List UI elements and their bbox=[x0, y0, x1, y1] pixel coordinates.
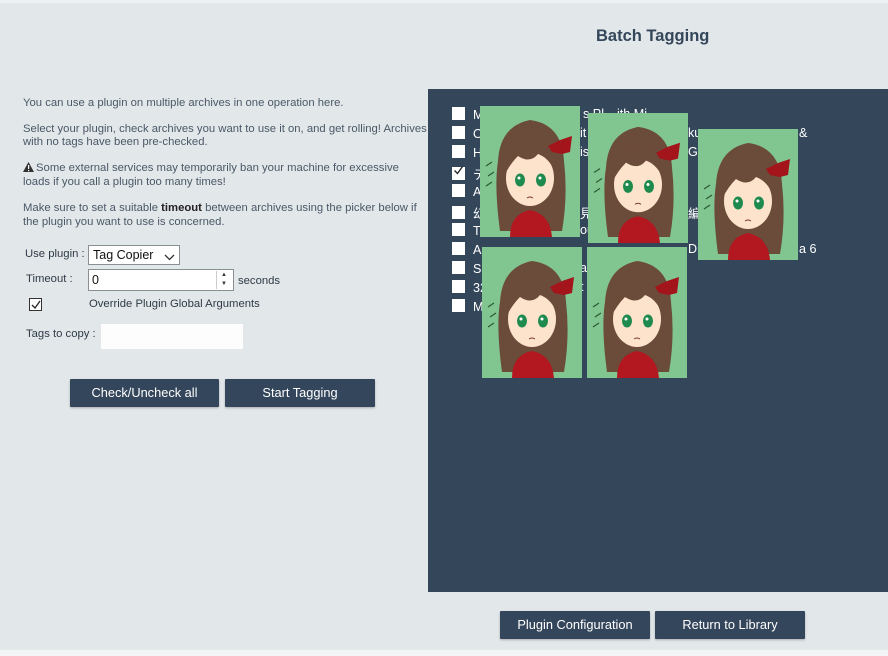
override-checkbox[interactable] bbox=[29, 298, 42, 311]
plugin-configuration-button[interactable]: Plugin Configuration bbox=[500, 611, 650, 639]
warning-icon bbox=[23, 161, 34, 177]
override-label: Override Plugin Global Arguments bbox=[89, 298, 260, 310]
step-up-icon[interactable]: ▲ bbox=[217, 271, 231, 280]
return-to-library-button[interactable]: Return to Library bbox=[655, 611, 805, 639]
archive-thumbnail bbox=[588, 113, 688, 243]
archive-item[interactable]: A bbox=[452, 242, 481, 261]
timeout-note-bold: timeout bbox=[161, 201, 202, 214]
archive-item[interactable]: H bbox=[452, 145, 482, 164]
start-tagging-button[interactable]: Start Tagging bbox=[225, 379, 375, 407]
intro-text: You can use a plugin on multiple archive… bbox=[23, 97, 428, 241]
archive-checkbox[interactable] bbox=[452, 145, 465, 158]
timeout-value: 0 bbox=[92, 273, 99, 287]
intro-line-2: Select your plugin, check archives you w… bbox=[23, 122, 427, 149]
archive-checkbox[interactable] bbox=[452, 126, 465, 139]
warning-message: Some external services may temporarily b… bbox=[23, 161, 399, 189]
archive-thumbnail bbox=[482, 247, 582, 378]
step-down-icon[interactable]: ▼ bbox=[217, 280, 231, 289]
archive-thumbnail bbox=[480, 106, 580, 237]
archive-item[interactable]: T bbox=[452, 223, 481, 242]
archive-checkbox[interactable] bbox=[452, 261, 465, 274]
top-border bbox=[0, 0, 888, 3]
timeout-label: Timeout : bbox=[26, 273, 73, 285]
plugin-label: Use plugin : bbox=[25, 248, 85, 260]
archive-title-fragment: D bbox=[688, 242, 698, 256]
archive-checkbox[interactable] bbox=[452, 299, 465, 312]
archive-checkbox[interactable] bbox=[452, 280, 465, 293]
archive-title-fragment: it bbox=[580, 126, 587, 140]
chevron-down-icon bbox=[164, 250, 175, 264]
archive-item[interactable]: M bbox=[452, 107, 484, 126]
timeout-unit: seconds bbox=[238, 275, 281, 287]
plugin-select-value: Tag Copier bbox=[93, 248, 154, 262]
page-title: Batch Tagging bbox=[596, 27, 710, 45]
archive-checkbox[interactable] bbox=[452, 166, 465, 180]
archive-thumbnail bbox=[698, 129, 798, 260]
archive-checkbox[interactable] bbox=[452, 242, 465, 255]
archive-checkbox[interactable] bbox=[452, 206, 465, 219]
tags-label: Tags to copy : bbox=[26, 328, 96, 340]
timeout-note-pre: Make sure to set a suitable bbox=[23, 201, 162, 214]
archive-item[interactable]: A bbox=[452, 184, 481, 203]
archive-checkbox[interactable] bbox=[452, 223, 465, 236]
timeout-note: Make sure to set a suitable timeout betw… bbox=[23, 202, 428, 229]
check-uncheck-all-button[interactable]: Check/Uncheck all bbox=[70, 379, 219, 407]
archive-item[interactable]: O bbox=[452, 126, 483, 145]
tags-input[interactable] bbox=[101, 324, 243, 349]
archive-thumbnail bbox=[587, 247, 687, 378]
archive-label: A bbox=[473, 243, 482, 257]
plugin-select[interactable]: Tag Copier bbox=[88, 245, 180, 265]
archive-title-fragment: a 6 bbox=[799, 242, 817, 256]
archive-title-fragment: & bbox=[799, 126, 808, 140]
warning-text: Some external services may temporarily b… bbox=[23, 161, 428, 190]
archive-checkbox[interactable] bbox=[452, 107, 465, 120]
archive-checkbox[interactable] bbox=[452, 184, 465, 197]
timeout-stepper[interactable]: ▲ ▼ bbox=[216, 271, 231, 289]
archive-item[interactable]: M bbox=[452, 299, 484, 318]
bottom-border bbox=[0, 650, 888, 656]
intro-line-1: You can use a plugin on multiple archive… bbox=[23, 97, 344, 109]
timeout-input[interactable]: 0 ▲ ▼ bbox=[88, 269, 234, 291]
